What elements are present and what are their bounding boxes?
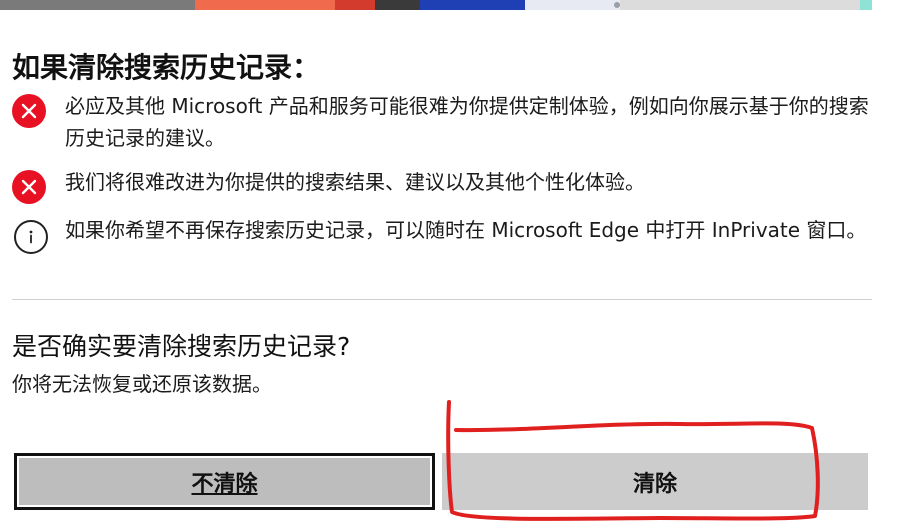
error-x-icon bbox=[12, 94, 46, 128]
confirm-subtext: 你将无法恢复或还原该数据。 bbox=[12, 372, 272, 396]
dialog-title: 如果清除搜索历史记录： bbox=[12, 51, 321, 84]
warning-item: 必应及其他 Microsoft 产品和服务可能很难为你提供定制体验，例如向你展示… bbox=[12, 94, 874, 160]
warning-text: 必应及其他 Microsoft 产品和服务可能很难为你提供定制体验，例如向你展示… bbox=[65, 94, 869, 150]
cancel-button-label: 不清除 bbox=[191, 470, 258, 496]
header-banner-image bbox=[0, 0, 872, 10]
clear-button-label: 清除 bbox=[632, 470, 677, 496]
info-icon bbox=[14, 220, 48, 254]
warning-item: 我们将很难改进为你提供的搜索结果、建议以及其他个性化体验。 bbox=[12, 170, 874, 204]
info-text: 如果你希望不再保存搜索历史记录，可以随时在 Microsoft Edge 中打开… bbox=[65, 218, 867, 242]
warning-text: 我们将很难改进为你提供的搜索结果、建议以及其他个性化体验。 bbox=[65, 170, 645, 194]
error-x-icon bbox=[12, 170, 46, 204]
divider bbox=[12, 299, 872, 300]
info-item: 如果你希望不再保存搜索历史记录，可以随时在 Microsoft Edge 中打开… bbox=[12, 218, 874, 284]
clear-button[interactable]: 清除 bbox=[442, 453, 868, 510]
confirm-question: 是否确实要清除搜索历史记录? bbox=[12, 332, 351, 361]
cancel-button[interactable]: 不清除 bbox=[14, 453, 435, 510]
